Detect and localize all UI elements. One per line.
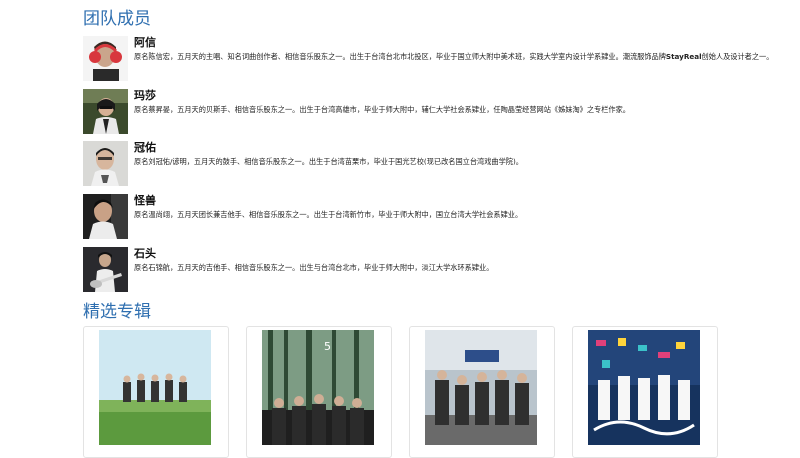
member-avatar	[83, 89, 128, 134]
member-bio: 原名蔡昇晏，五月天的贝斯手、相信音乐股东之一。出生于台湾高雄市，毕业于师大附中，…	[134, 105, 630, 114]
svg-text:5: 5	[324, 340, 331, 353]
member-bio: 原名陈信宏，五月天的主唱、知名词曲创作者、相信音乐股东之一。出生于台湾台北市北投…	[134, 52, 774, 61]
member-avatar	[83, 194, 128, 239]
member-name: 阿信	[134, 36, 156, 49]
album-card[interactable]	[409, 326, 555, 458]
member-avatar	[83, 36, 128, 81]
album-card[interactable]	[83, 326, 229, 458]
member-name: 怪兽	[134, 194, 156, 207]
member-avatar	[83, 247, 128, 292]
album-card[interactable]: 5	[246, 326, 392, 458]
member-bio: 原名刘冠佑/谚明，五月天的鼓手、相信音乐股东之一。出生于台湾苗栗市，毕业于国光艺…	[134, 157, 523, 166]
album-card[interactable]	[572, 326, 718, 458]
members-section-title: 团队成员	[83, 9, 151, 29]
album-cover[interactable]	[425, 330, 537, 445]
album-cover[interactable]	[588, 330, 700, 445]
member-name: 玛莎	[134, 89, 156, 102]
albums-section-title: 精选专辑	[83, 302, 151, 322]
member-bio: 原名石锦航，五月天的吉他手、相信音乐股东之一。出生与台湾台北市，毕业于师大附中，…	[134, 263, 494, 272]
member-avatar	[83, 141, 128, 186]
member-name: 冠佑	[134, 141, 156, 154]
album-cover[interactable]: 5	[262, 330, 374, 445]
brand-name: StayReal	[665, 52, 702, 61]
member-bio: 原名温尚翊，五月天团长兼吉他手、相信音乐股东之一。出生于台湾新竹市，毕业于师大附…	[134, 210, 523, 219]
member-name: 石头	[134, 247, 156, 260]
album-cover[interactable]	[99, 330, 211, 445]
